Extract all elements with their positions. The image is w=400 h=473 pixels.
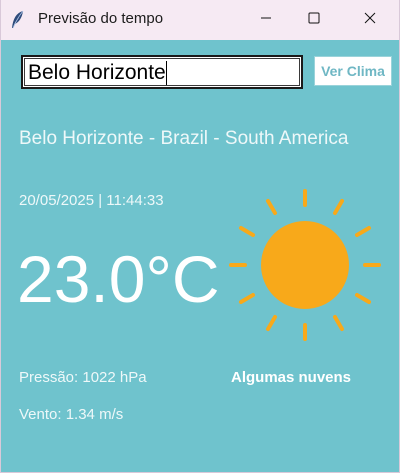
minimize-button[interactable]: [243, 0, 289, 40]
datetime-label: 20/05/2025 | 11:44:33: [19, 192, 164, 209]
app-window: Previsão do tempo Belo Horizonte Ver Cli…: [0, 0, 400, 473]
maximize-button[interactable]: [291, 0, 337, 40]
temperature-label: 23.0°C: [17, 242, 220, 316]
window-title: Previsão do tempo: [38, 10, 164, 27]
city-search-input[interactable]: Belo Horizonte: [21, 55, 303, 89]
weather-description: Algumas nuvens: [231, 369, 352, 386]
pressure-label: Pressão: 1022 hPa: [19, 369, 147, 386]
minimize-icon: [260, 11, 272, 29]
view-weather-button[interactable]: Ver Clima: [314, 56, 392, 86]
sun-icon: [227, 187, 383, 343]
maximize-icon: [308, 11, 320, 29]
title-bar[interactable]: Previsão do tempo: [1, 0, 399, 40]
wind-label: Vento: 1.34 m/s: [19, 406, 124, 423]
close-icon: [364, 11, 376, 29]
text-caret: [165, 61, 167, 85]
feather-icon: [10, 10, 26, 30]
city-search-value: Belo Horizonte: [28, 61, 166, 84]
location-label: Belo Horizonte - Brazil - South America: [19, 128, 349, 149]
close-button[interactable]: [347, 0, 393, 40]
